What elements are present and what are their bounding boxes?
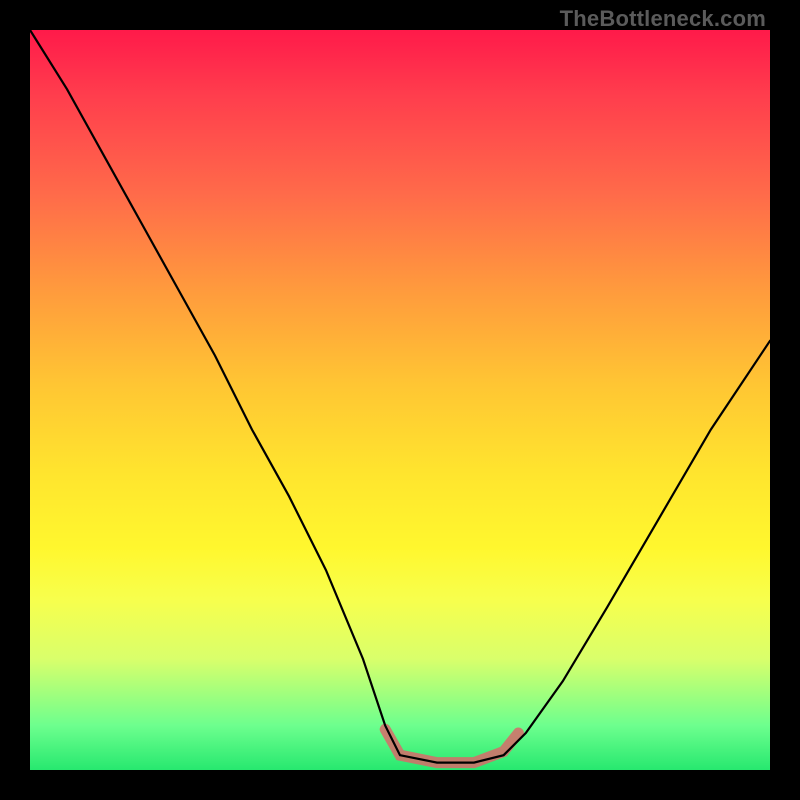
plot-area: [30, 30, 770, 770]
chart-svg: [30, 30, 770, 770]
chart-frame: TheBottleneck.com: [0, 0, 800, 800]
watermark-text: TheBottleneck.com: [560, 6, 766, 32]
bottleneck-curve: [30, 30, 770, 763]
